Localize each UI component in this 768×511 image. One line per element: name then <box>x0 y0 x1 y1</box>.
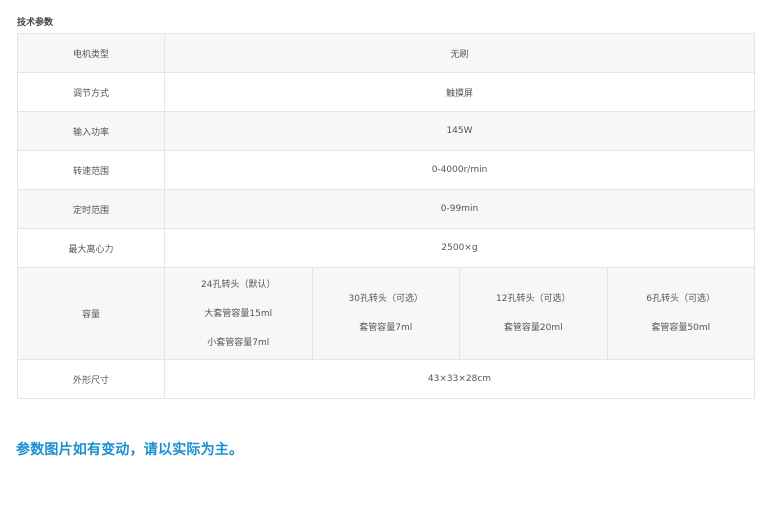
rotor-name: 30孔转头（可选） <box>348 293 423 304</box>
row-label: 调节方式 <box>17 72 165 112</box>
row-value: 43×33×28cm <box>164 359 755 399</box>
table-row: 最大离心力 2500×g <box>17 228 755 268</box>
rotor-capacity: 小套管容量7ml <box>207 337 270 348</box>
row-value: 触摸屏 <box>164 72 755 112</box>
disclaimer-note: 参数图片如有变动，请以实际为主。 <box>16 442 244 458</box>
row-value: 0-99min <box>164 189 755 229</box>
row-value: 无刷 <box>164 33 755 73</box>
row-value: 0-4000r/min <box>164 150 755 190</box>
row-value: 2500×g <box>164 228 755 268</box>
section-title: 技术参数 <box>17 18 54 28</box>
table-row: 调节方式 触摸屏 <box>17 72 755 112</box>
rotor-cell: 6孔转头（可选） 套管容量50ml <box>606 267 755 360</box>
capacity-row: 容量 24孔转头（默认） 大套管容量15ml 小套管容量7ml 30孔转头（可选… <box>17 267 755 360</box>
row-label: 最大离心力 <box>17 228 165 268</box>
row-label: 电机类型 <box>17 33 165 73</box>
rotor-cell: 30孔转头（可选） 套管容量7ml <box>311 267 460 360</box>
specs-table: 电机类型 无刷 调节方式 触摸屏 输入功率 145W 转速范围 0-4000r/… <box>17 33 755 399</box>
rotor-cell: 12孔转头（可选） 套管容量20ml <box>459 267 608 360</box>
table-row: 定时范围 0-99min <box>17 189 755 229</box>
row-label: 定时范围 <box>17 189 165 229</box>
table-row: 转速范围 0-4000r/min <box>17 150 755 190</box>
table-row: 电机类型 无刷 <box>17 33 755 73</box>
rotor-name: 12孔转头（可选） <box>496 293 571 304</box>
table-row: 外形尺寸 43×33×28cm <box>17 359 755 399</box>
rotor-name: 6孔转头（可选） <box>646 293 716 304</box>
rotor-capacity: 套管容量50ml <box>651 322 711 333</box>
row-label: 转速范围 <box>17 150 165 190</box>
rotor-capacity: 套管容量20ml <box>503 322 563 333</box>
capacity-label: 容量 <box>17 267 165 360</box>
row-label: 输入功率 <box>17 111 165 151</box>
rotor-capacity: 大套管容量15ml <box>204 308 273 319</box>
rotor-capacity: 套管容量7ml <box>359 322 413 333</box>
table-row: 输入功率 145W <box>17 111 755 151</box>
rotor-cell: 24孔转头（默认） 大套管容量15ml 小套管容量7ml <box>164 267 313 360</box>
rotor-name: 24孔转头（默认） <box>201 279 276 290</box>
row-value: 145W <box>164 111 755 151</box>
row-label: 外形尺寸 <box>17 359 165 399</box>
